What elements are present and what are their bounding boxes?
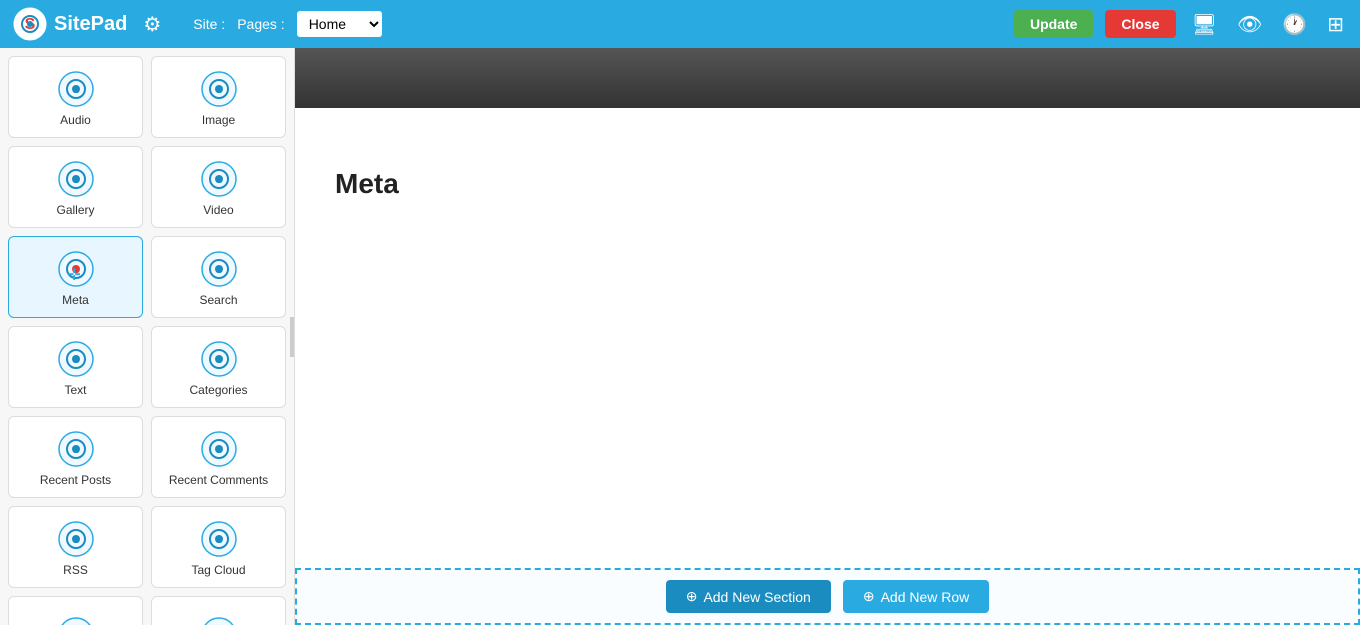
canvas-bottom-actions: ⊕ Add New Section ⊕ Add New Row — [295, 568, 1360, 625]
svg-text:S: S — [215, 84, 222, 96]
history-icon[interactable]: 🕐 — [1278, 8, 1311, 41]
plus-icon-2: ⊕ — [863, 588, 875, 605]
widget-item-rss[interactable]: S RSS — [8, 506, 143, 588]
widget-item-recent-posts[interactable]: S Recent Posts — [8, 416, 143, 498]
widget-item-tag-cloud[interactable]: S Tag Cloud — [151, 506, 286, 588]
site-structure-icon[interactable]: ⊞ — [1323, 8, 1348, 41]
logo: S SitePad — [12, 6, 127, 42]
widget-icon-extra1: S — [58, 617, 94, 625]
widget-item-audio[interactable]: S Audio — [8, 56, 143, 138]
desktop-icon[interactable]: 🖥 — [1188, 8, 1221, 41]
plus-icon: ⊕ — [686, 588, 698, 605]
widget-label-categories: Categories — [189, 383, 247, 397]
widget-item-categories[interactable]: S Categories — [151, 326, 286, 408]
svg-text:S: S — [72, 354, 79, 366]
svg-text:S: S — [215, 534, 222, 546]
widget-icon-extra2: S — [201, 617, 237, 625]
add-row-label: Add New Row — [881, 589, 970, 605]
widget-label-recent-posts: Recent Posts — [40, 473, 111, 487]
svg-text:S: S — [215, 174, 222, 186]
widget-label-tag-cloud: Tag Cloud — [191, 563, 245, 577]
svg-text:S: S — [72, 174, 79, 186]
main-canvas: Meta ⊕ Add New Section ⊕ Add New Row — [295, 48, 1360, 625]
drag-cursor: ✛ — [67, 265, 80, 285]
widget-label-audio: Audio — [60, 113, 91, 127]
widget-label-text: Text — [64, 383, 86, 397]
svg-text:S: S — [72, 84, 79, 96]
widget-icon-image: S — [201, 71, 237, 107]
widget-item-extra2[interactable]: S — [151, 596, 286, 625]
svg-text:S: S — [72, 534, 79, 546]
widget-item-search[interactable]: S Search — [151, 236, 286, 318]
logo-icon: S — [12, 6, 48, 42]
svg-text:S: S — [72, 444, 79, 456]
svg-text:S: S — [215, 264, 222, 276]
add-row-button[interactable]: ⊕ Add New Row — [843, 580, 989, 613]
widget-item-extra1[interactable]: S — [8, 596, 143, 625]
widget-icon-tag-cloud: S — [201, 521, 237, 557]
widget-item-recent-comments[interactable]: S Recent Comments — [151, 416, 286, 498]
widget-icon-categories: S — [201, 341, 237, 377]
update-button[interactable]: Update — [1014, 10, 1093, 38]
widget-label-search: Search — [199, 293, 237, 307]
widget-icon-text: S — [58, 341, 94, 377]
add-section-label: Add New Section — [703, 589, 810, 605]
close-button[interactable]: Close — [1105, 10, 1175, 38]
pages-select[interactable]: Home About Contact — [297, 11, 382, 37]
canvas-meta-title: Meta — [295, 108, 1360, 220]
add-section-button[interactable]: ⊕ Add New Section — [666, 580, 831, 613]
layout: S Audio S Image S Gallery S Video S ✛ Met… — [0, 48, 1360, 625]
logo-text: SitePad — [54, 13, 127, 36]
widget-icon-video: S — [201, 161, 237, 197]
canvas-empty-area[interactable] — [295, 220, 1360, 568]
svg-text:S: S — [215, 444, 222, 456]
widget-icon-recent-posts: S — [58, 431, 94, 467]
sidebar: S Audio S Image S Gallery S Video S ✛ Met… — [0, 48, 295, 625]
widget-item-video[interactable]: S Video — [151, 146, 286, 228]
widget-icon-search: S — [201, 251, 237, 287]
widget-item-text[interactable]: S Text — [8, 326, 143, 408]
widget-label-meta: Meta — [62, 293, 89, 307]
header: S SitePad ⚙ Site : Pages : Home About Co… — [0, 0, 1360, 48]
widget-icon-audio: S — [58, 71, 94, 107]
widget-label-gallery: Gallery — [56, 203, 94, 217]
svg-text:S: S — [215, 354, 222, 366]
widget-item-image[interactable]: S Image — [151, 56, 286, 138]
widget-grid: S Audio S Image S Gallery S Video S ✛ Met… — [0, 48, 294, 625]
widget-icon-gallery: S — [58, 161, 94, 197]
canvas-content: Meta — [295, 108, 1360, 568]
site-label: Site : — [193, 16, 225, 32]
eye-icon[interactable]: 👁 — [1233, 8, 1266, 41]
widget-item-meta[interactable]: S ✛Meta — [8, 236, 143, 318]
widget-label-rss: RSS — [63, 563, 88, 577]
canvas-top-image — [295, 48, 1360, 108]
widget-label-video: Video — [203, 203, 233, 217]
widget-item-gallery[interactable]: S Gallery — [8, 146, 143, 228]
widget-label-image: Image — [202, 113, 235, 127]
widget-icon-rss: S — [58, 521, 94, 557]
pages-label: Pages : — [237, 16, 284, 32]
widget-label-recent-comments: Recent Comments — [169, 473, 268, 487]
gear-icon[interactable]: ⚙ — [143, 12, 161, 37]
widget-icon-recent-comments: S — [201, 431, 237, 467]
